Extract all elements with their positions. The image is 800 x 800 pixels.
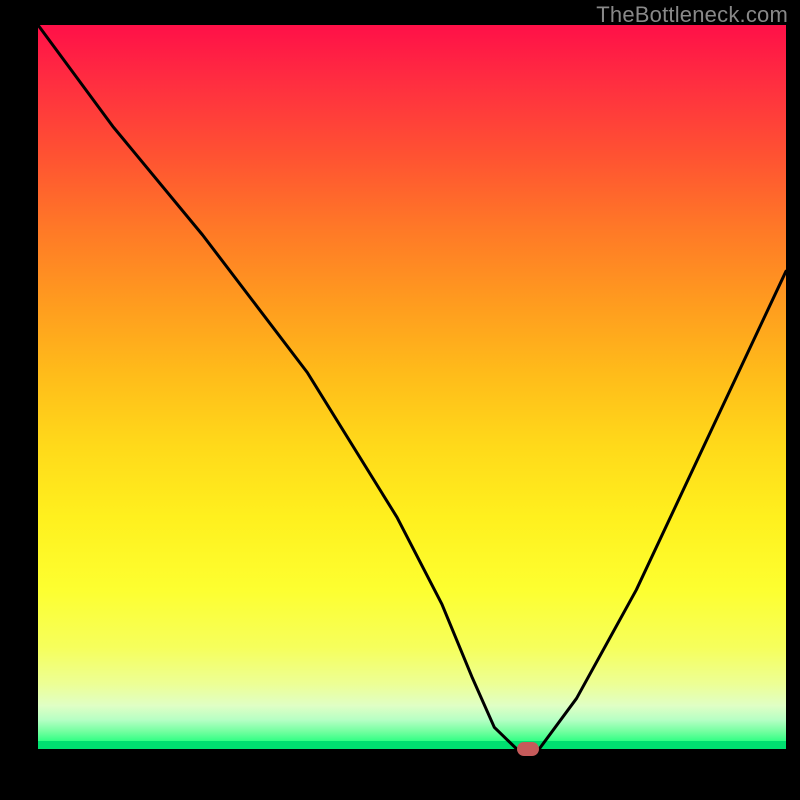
curve-svg: [38, 25, 786, 749]
bottleneck-curve: [38, 25, 786, 749]
watermark-text: TheBottleneck.com: [596, 2, 788, 28]
optimal-marker: [517, 742, 539, 756]
chart-frame: TheBottleneck.com: [0, 0, 800, 800]
plot-area: [38, 25, 786, 749]
